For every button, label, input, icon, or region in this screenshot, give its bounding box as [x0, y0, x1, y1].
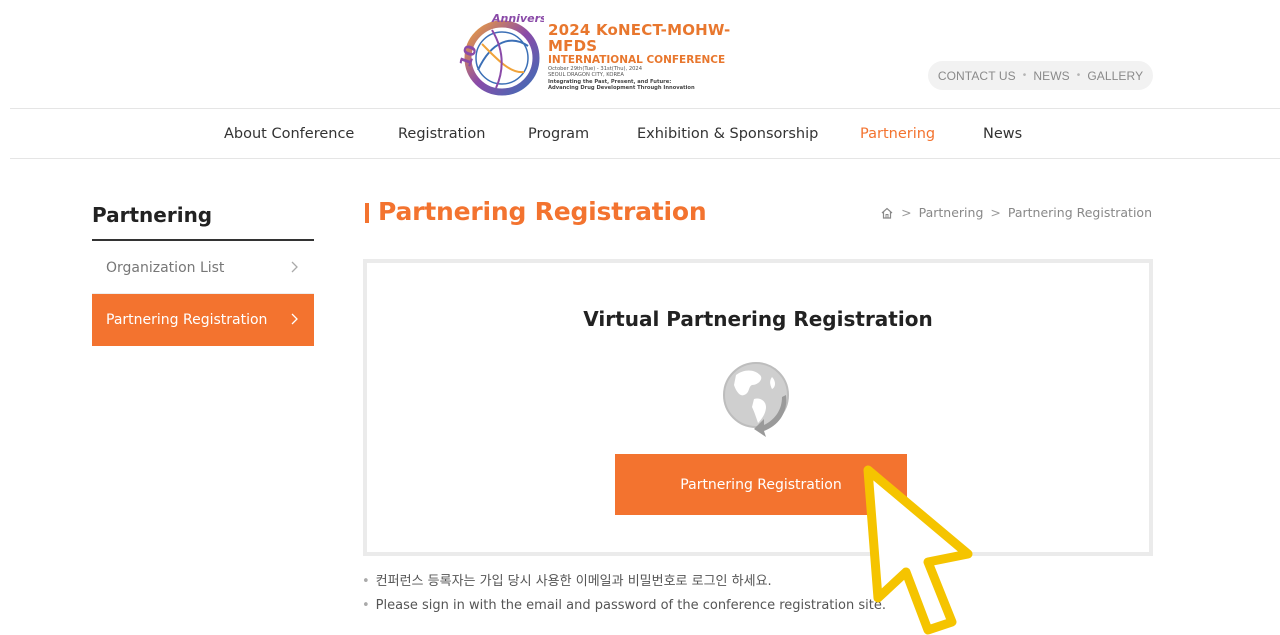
nav-news[interactable]: News — [983, 109, 1022, 158]
sidebar-title-rule — [92, 239, 314, 241]
partnering-registration-button[interactable]: Partnering Registration — [615, 454, 907, 515]
main-navigation: About Conference Registration Program Ex… — [0, 109, 1280, 158]
news-link[interactable]: NEWS — [1033, 69, 1069, 83]
sidebar-item-partnering-registration[interactable]: Partnering Registration — [92, 294, 314, 346]
site-header: 10 Anniversary 2024 KoNECT-MOHW-MFDS INT… — [0, 0, 1280, 108]
sidebar-item-organization-list[interactable]: Organization List — [92, 242, 314, 294]
nav-program[interactable]: Program — [528, 109, 589, 158]
page-title: Partnering Registration — [378, 197, 707, 226]
nav-divider — [10, 158, 1280, 159]
breadcrumb-separator: > — [901, 205, 912, 220]
nav-registration[interactable]: Registration — [398, 109, 485, 158]
nav-partnering[interactable]: Partnering — [860, 109, 935, 158]
logo-subtitle: INTERNATIONAL CONFERENCE — [548, 54, 726, 66]
sidebar-title: Partnering — [92, 203, 213, 227]
chevron-right-icon — [290, 256, 300, 278]
chevron-right-icon — [290, 308, 300, 330]
nav-about-conference[interactable]: About Conference — [224, 109, 354, 158]
anniversary-emblem-icon: 10 Anniversary — [455, 12, 544, 96]
home-icon[interactable] — [880, 206, 894, 220]
logo-text: 2024 KoNECT-MOHW-MFDS INTERNATIONAL CONF… — [548, 22, 772, 92]
breadcrumb-partnering[interactable]: Partnering — [919, 205, 984, 220]
contact-us-link[interactable]: CONTACT US — [938, 69, 1016, 83]
conference-logo[interactable]: 10 Anniversary 2024 KoNECT-MOHW-MFDS INT… — [452, 10, 772, 98]
separator-dot: • — [1076, 70, 1081, 81]
sidebar-item-label: Organization List — [106, 259, 225, 276]
breadcrumb: > Partnering > Partnering Registration — [880, 205, 1152, 220]
logo-theme-line2: Advancing Drug Development Through Innov… — [548, 85, 695, 92]
utility-links: CONTACT US • NEWS • GALLERY — [928, 61, 1153, 90]
breadcrumb-partnering-registration: Partnering Registration — [1007, 205, 1152, 220]
panel-title: Virtual Partnering Registration — [583, 307, 933, 331]
note-item: • 컨퍼런스 등록자는 가입 당시 사용한 이메일과 비밀번호로 로그인 하세요. — [362, 574, 772, 589]
separator-dot: • — [1022, 70, 1027, 81]
registration-panel: Virtual Partnering Registration Partneri… — [363, 259, 1153, 556]
nav-exhibition-sponsorship[interactable]: Exhibition & Sponsorship — [637, 109, 818, 158]
svg-text:Anniversary: Anniversary — [491, 12, 544, 25]
gallery-link[interactable]: GALLERY — [1087, 69, 1143, 83]
logo-title: 2024 KoNECT-MOHW-MFDS — [548, 21, 731, 55]
breadcrumb-separator: > — [990, 205, 1001, 220]
sidebar-item-label: Partnering Registration — [106, 312, 268, 328]
globe-icon — [723, 362, 789, 437]
title-accent-bar — [365, 203, 369, 223]
note-text-ko: 컨퍼런스 등록자는 가입 당시 사용한 이메일과 비밀번호로 로그인 하세요. — [375, 574, 772, 589]
note-text-en: Please sign in with the email and passwo… — [375, 598, 886, 613]
notes: • 컨퍼런스 등록자는 가입 당시 사용한 이메일과 비밀번호로 로그인 하세요.… — [362, 570, 886, 618]
note-item: • Please sign in with the email and passw… — [362, 598, 886, 613]
